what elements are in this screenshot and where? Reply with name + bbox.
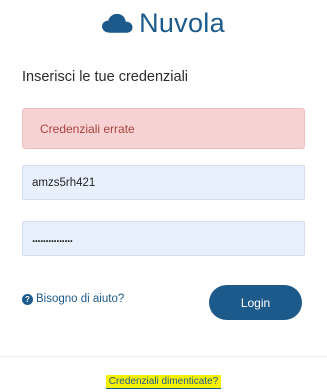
form-heading: Inserisci le tue credenziali xyxy=(22,69,189,85)
password-input[interactable]: ............... xyxy=(22,221,305,256)
help-label: Bisogno di aiuto? xyxy=(36,293,125,305)
forgot-credentials-container: Credenziali dimenticate? xyxy=(0,375,327,389)
question-circle-icon: ? xyxy=(22,293,33,305)
username-value: amzs5rh421 xyxy=(32,176,96,189)
login-button[interactable]: Login xyxy=(209,285,302,320)
username-input[interactable]: amzs5rh421 xyxy=(22,165,305,200)
divider xyxy=(0,356,327,357)
password-value: ............... xyxy=(32,232,73,245)
login-button-label: Login xyxy=(240,295,271,310)
help-link[interactable]: ? Bisogno di aiuto? xyxy=(22,293,124,305)
brand-logo: Nuvola xyxy=(0,8,327,39)
cloud-icon xyxy=(102,13,133,33)
brand-name: Nuvola xyxy=(139,8,225,38)
forgot-credentials-link[interactable]: Credenziali dimenticate? xyxy=(105,375,222,389)
error-alert: Credenziali errate xyxy=(22,108,305,149)
error-message: Credenziali errate xyxy=(40,121,135,136)
